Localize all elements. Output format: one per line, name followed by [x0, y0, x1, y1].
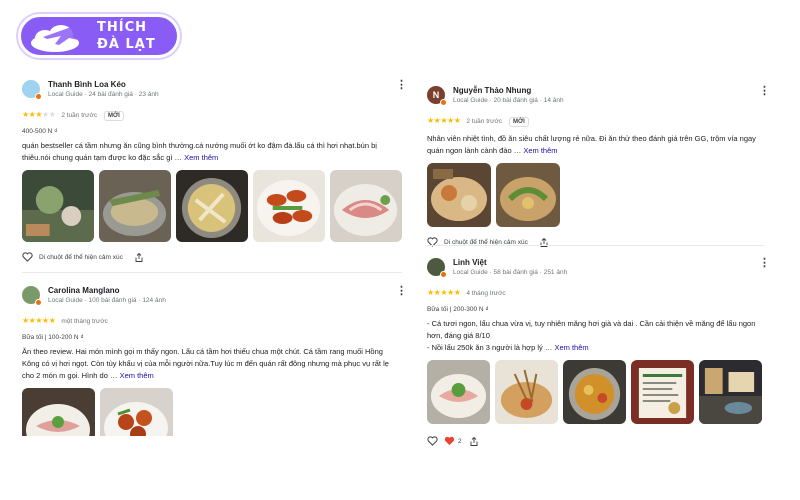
price-range: 400-500 N ₫	[22, 128, 58, 135]
more-options-icon[interactable]: ⋮	[759, 86, 770, 97]
reviewer-name[interactable]: Linh Việt	[453, 258, 487, 267]
review-card: N Nguyễn Thảo Nhung Local Guide · 20 bài…	[427, 86, 770, 247]
review-text: Ăn theo review. Hai món mình gọi m thấy …	[22, 347, 389, 380]
reviewer-name[interactable]: Carolina Manglano	[48, 286, 120, 295]
avatar[interactable]	[22, 80, 42, 100]
reviewer-name[interactable]: Thanh Bình Loa Kéo	[48, 80, 126, 89]
review-photo[interactable]	[176, 170, 248, 242]
review-photo[interactable]	[631, 360, 694, 424]
avatar[interactable]	[22, 286, 42, 306]
local-guide-badge-icon	[440, 271, 447, 278]
more-options-icon[interactable]: ⋮	[759, 258, 770, 269]
review-photo[interactable]	[427, 163, 491, 227]
new-badge: MỚI	[103, 111, 124, 121]
review-photo[interactable]	[496, 163, 560, 227]
review-photo[interactable]	[563, 360, 626, 424]
reviewer-meta: Local Guide · 58 bài đánh giá · 251 ảnh	[453, 269, 568, 276]
see-more-link[interactable]: Xem thêm	[554, 343, 588, 352]
review-photo[interactable]	[495, 360, 558, 424]
new-badge: MỚI	[508, 117, 529, 127]
review-photo[interactable]	[22, 170, 94, 242]
review-date: một tháng trước	[61, 318, 108, 325]
more-options-icon[interactable]: ⋮	[396, 80, 407, 91]
review-card: Thanh Bình Loa Kéo Local Guide · 24 bài …	[22, 80, 407, 262]
review-card: Linh Việt Local Guide · 58 bài đánh giá …	[427, 258, 770, 446]
see-more-link[interactable]: Xem thêm	[523, 146, 557, 155]
see-more-link[interactable]: Xem thêm	[184, 153, 218, 162]
local-guide-badge-icon	[440, 99, 447, 106]
plane-cloud-icon	[31, 25, 87, 52]
divider	[427, 245, 765, 246]
review-photo[interactable]	[22, 388, 95, 436]
review-photo[interactable]	[699, 360, 762, 424]
local-guide-badge-icon	[35, 299, 42, 306]
brand-logo: THÍCH ĐÀ LẠT	[18, 14, 180, 58]
reviewer-meta: Local Guide · 24 bài đánh giá · 23 ảnh	[48, 91, 159, 98]
logo-text-line2: ĐÀ LẠT	[97, 37, 156, 52]
heart-icon[interactable]	[427, 436, 438, 446]
star-rating: ★★★★★	[22, 110, 56, 119]
share-icon[interactable]	[470, 436, 478, 446]
review-card: Carolina Manglano Local Guide · 100 bài …	[22, 286, 407, 436]
review-text: - Cá tươi ngon, lẩu chua vừa vị, tuy nhi…	[427, 319, 756, 352]
reaction-count: 2	[458, 437, 462, 445]
review-photo[interactable]	[330, 170, 402, 242]
review-photo[interactable]	[99, 170, 171, 242]
review-photo[interactable]	[253, 170, 325, 242]
review-date: 2 tuần trước	[466, 118, 503, 125]
review-date: 2 tuần trước	[61, 112, 98, 119]
reaction-icon	[444, 436, 455, 446]
review-photo[interactable]	[427, 360, 490, 424]
local-guide-badge-icon	[35, 93, 42, 100]
star-rating: ★★★★★	[22, 316, 56, 325]
avatar[interactable]	[427, 258, 447, 278]
meal-and-price: Bữa tối | 200-300 N ₫	[427, 306, 489, 313]
review-date: 4 tháng trước	[466, 290, 506, 297]
meal-and-price: Bữa tối | 100-200 N ₫	[22, 334, 84, 341]
reviewer-meta: Local Guide · 20 bài đánh giá · 14 ảnh	[453, 97, 564, 104]
star-rating: ★★★★★	[427, 116, 461, 125]
see-more-link[interactable]: Xem thêm	[120, 371, 154, 380]
star-rating: ★★★★★	[427, 288, 461, 297]
review-text: Nhân viên nhiệt tình, đồ ăn siêu chất lư…	[427, 134, 756, 155]
reviewer-name[interactable]: Nguyễn Thảo Nhung	[453, 86, 531, 95]
more-options-icon[interactable]: ⋮	[396, 286, 407, 297]
heart-icon[interactable]	[22, 252, 33, 262]
avatar[interactable]: N	[427, 86, 447, 106]
review-photo[interactable]	[100, 388, 173, 436]
reviewer-meta: Local Guide · 100 bài đánh giá · 124 ảnh	[48, 297, 166, 304]
logo-text-line1: THÍCH	[97, 20, 148, 35]
react-hint: Di chuột để thể hiện cảm xúc	[39, 253, 123, 261]
divider	[22, 272, 402, 273]
review-text: quán bestseller cá tầm nhưng ăn cũng bìn…	[22, 141, 377, 162]
share-icon[interactable]	[135, 252, 143, 262]
